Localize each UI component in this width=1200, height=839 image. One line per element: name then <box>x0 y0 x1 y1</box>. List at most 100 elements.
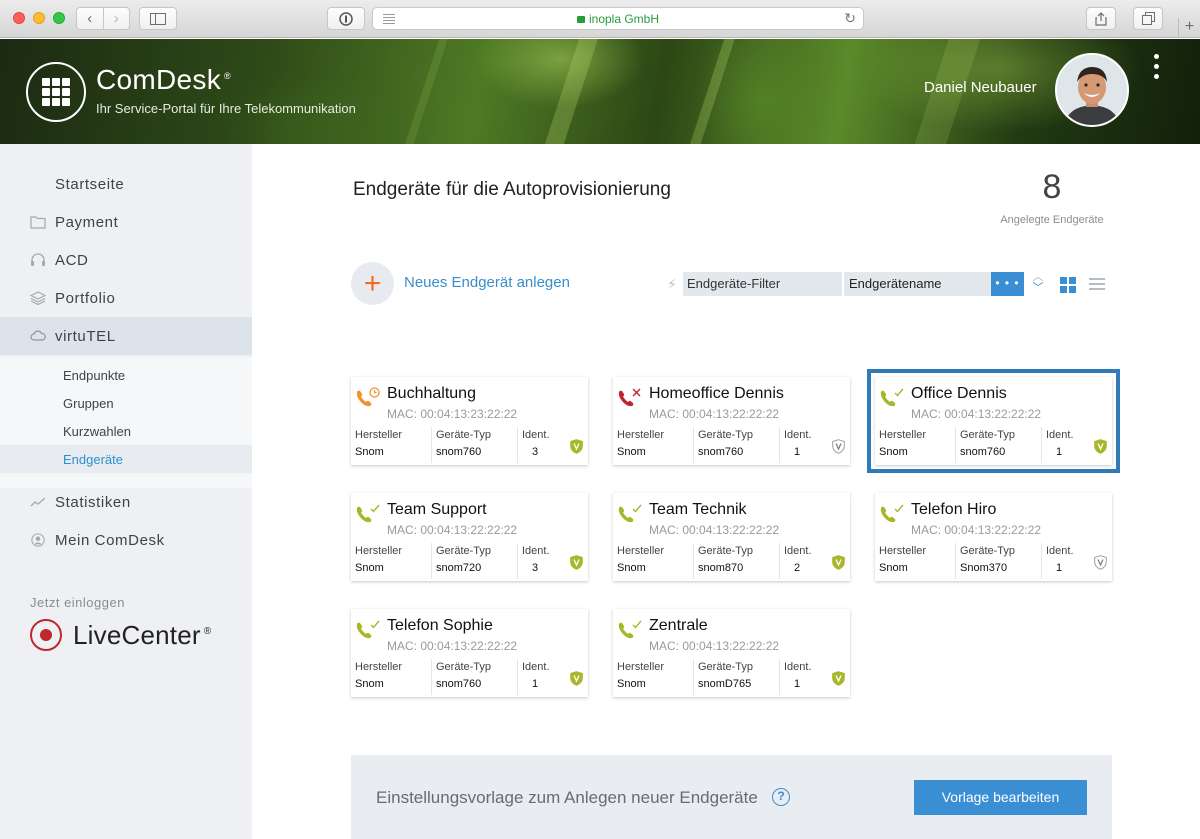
privacy-report-button[interactable] <box>327 7 365 30</box>
brand-title[interactable]: ComDesk ® <box>96 64 231 96</box>
device-mac: MAC: 00:04:13:22:22:22 <box>911 523 1042 537</box>
address-bar[interactable]: inopla GmbH ↻ <box>372 7 864 30</box>
chart-line-icon <box>30 497 46 507</box>
device-card[interactable]: Team Technik MAC: 00:04:13:22:22:22 Hers… <box>613 493 850 581</box>
device-name: Buchhaltung <box>387 385 476 402</box>
user-icon <box>31 533 45 547</box>
phone-ok-icon <box>880 388 904 407</box>
device-mac: MAC: 00:04:13:22:22:22 <box>387 639 518 653</box>
user-name[interactable]: Daniel Neubauer <box>924 79 1037 96</box>
lightning-icon: ⚡ <box>667 276 677 292</box>
sidebar-item-acd[interactable]: ACD <box>0 241 252 279</box>
filter-field-select[interactable]: Endgerätename <box>844 272 991 296</box>
sidebar-item-payment[interactable]: Payment <box>0 203 252 241</box>
headset-icon <box>31 253 45 266</box>
device-name: Telefon Sophie <box>387 617 493 634</box>
user-photo <box>1057 55 1127 125</box>
record-icon <box>30 619 62 651</box>
verified-shield-icon <box>1094 439 1107 454</box>
device-card[interactable]: Homeoffice Dennis MAC: 00:04:13:22:22:22… <box>613 377 850 465</box>
comdesk-logo[interactable] <box>26 62 86 122</box>
subnav-item-kurzwahlen[interactable]: Kurzwahlen <box>0 417 252 445</box>
hersteller-value: Snom <box>355 678 384 690</box>
typ-label: Geräte-Typ <box>960 545 1016 557</box>
device-mac: MAC: 00:04:13:22:22:22 <box>649 523 780 537</box>
sidebar-item-mein-comdesk[interactable]: Mein ComDesk <box>0 521 252 559</box>
minimize-window-button[interactable] <box>33 12 45 24</box>
phone-error-icon <box>618 388 641 407</box>
list-view-icon[interactable] <box>1089 278 1105 293</box>
new-tab-button[interactable]: + <box>1178 18 1200 38</box>
hersteller-label: Hersteller <box>879 429 927 441</box>
browser-sidebar-button[interactable] <box>139 7 177 30</box>
subnav-item-endgeraete[interactable]: Endgeräte <box>0 445 252 473</box>
device-mac: MAC: 00:04:13:22:22:22 <box>911 407 1042 421</box>
livecenter-link[interactable]: LiveCenter ® <box>30 619 211 651</box>
sidebar-item-portfolio[interactable]: Portfolio <box>0 279 252 317</box>
device-card[interactable]: Telefon Sophie MAC: 00:04:13:22:22:22 He… <box>351 609 588 697</box>
add-device-button[interactable]: + <box>351 262 394 305</box>
show-tabs-button[interactable] <box>1133 7 1163 30</box>
tabs-icon <box>1141 12 1155 25</box>
device-count-label: Angelegte Endgeräte <box>1000 214 1104 226</box>
sidebar-item-label: Startseite <box>55 175 125 193</box>
hersteller-label: Hersteller <box>355 429 403 441</box>
shield-info-icon <box>339 11 353 26</box>
hersteller-label: Hersteller <box>617 545 665 557</box>
share-button[interactable] <box>1086 7 1116 30</box>
typ-value: snom760 <box>698 446 744 458</box>
close-window-button[interactable] <box>13 12 25 24</box>
sidebar-item-label: virtuTEL <box>55 327 116 345</box>
virtutel-subnav: Endpunkte Gruppen Kurzwahlen Endgeräte <box>0 357 252 488</box>
back-icon[interactable]: ‹ <box>77 10 103 27</box>
edit-template-button[interactable]: Vorlage bearbeiten <box>914 780 1087 815</box>
hersteller-value: Snom <box>617 562 646 574</box>
sidebar-item-label: Statistiken <box>55 493 131 511</box>
add-device-label[interactable]: Neues Endgerät anlegen <box>404 274 570 291</box>
zoom-window-button[interactable] <box>53 12 65 24</box>
device-name: Telefon Hiro <box>911 501 997 518</box>
sidebar-item-label: Mein ComDesk <box>55 531 165 549</box>
help-icon[interactable]: ? <box>772 788 790 806</box>
reload-icon[interactable]: ↻ <box>844 10 856 27</box>
app-grid-icon <box>42 78 70 106</box>
sidebar: Startseite Payment ACD Portfolio virtuTE… <box>0 144 252 839</box>
device-filter-input[interactable]: Endgeräte-Filter <box>683 272 842 296</box>
device-name: Team Support <box>387 501 487 518</box>
hersteller-value: Snom <box>879 446 908 458</box>
hersteller-label: Hersteller <box>617 661 665 673</box>
device-card[interactable]: Telefon Hiro MAC: 00:04:13:22:22:22 Hers… <box>875 493 1112 581</box>
device-card[interactable]: Zentrale MAC: 00:04:13:22:22:22 Herstell… <box>613 609 850 697</box>
sidebar-item-virtutel[interactable]: virtuTEL <box>0 317 252 355</box>
browser-toolbar: ‹ › inopla GmbH ↻ + <box>0 0 1200 38</box>
verified-shield-icon <box>570 671 583 686</box>
login-label: Jetzt einloggen <box>30 595 125 610</box>
more-menu-icon[interactable] <box>1154 54 1162 84</box>
device-name: Homeoffice Dennis <box>649 385 784 402</box>
grid-view-icon[interactable] <box>1060 277 1076 293</box>
sort-toggle[interactable]: ︿ ﹀ <box>1031 272 1045 298</box>
device-mac: MAC: 00:04:13:22:22:22 <box>387 523 518 537</box>
device-card[interactable]: Team Support MAC: 00:04:13:22:22:22 Hers… <box>351 493 588 581</box>
plus-icon: + <box>363 266 382 300</box>
filter-options-button[interactable]: • • • <box>991 272 1024 296</box>
forward-icon[interactable]: › <box>104 10 130 27</box>
typ-value: snom760 <box>436 678 482 690</box>
hersteller-label: Hersteller <box>355 545 403 557</box>
subnav-item-gruppen[interactable]: Gruppen <box>0 389 252 417</box>
device-card[interactable]: Buchhaltung MAC: 00:04:13:23:22:22 Herst… <box>351 377 588 465</box>
sidebar-item-startseite[interactable]: Startseite <box>0 165 252 203</box>
typ-value: Snom370 <box>960 562 1008 574</box>
typ-value: snom760 <box>960 446 1006 458</box>
typ-label: Geräte-Typ <box>698 429 754 441</box>
subnav-item-endpunkte[interactable]: Endpunkte <box>0 361 252 389</box>
device-count: 8 <box>1042 168 1062 206</box>
url-text: inopla GmbH <box>588 12 660 26</box>
device-card[interactable]: Office Dennis MAC: 00:04:13:22:22:22 Her… <box>867 369 1120 473</box>
verified-shield-icon <box>832 671 845 686</box>
device-name: Office Dennis <box>911 385 1007 402</box>
avatar[interactable] <box>1055 53 1129 127</box>
sidebar-item-statistiken[interactable]: Statistiken <box>0 483 252 521</box>
verified-shield-icon <box>832 439 845 454</box>
template-text: Einstellungsvorlage zum Anlegen neuer En… <box>376 788 758 807</box>
